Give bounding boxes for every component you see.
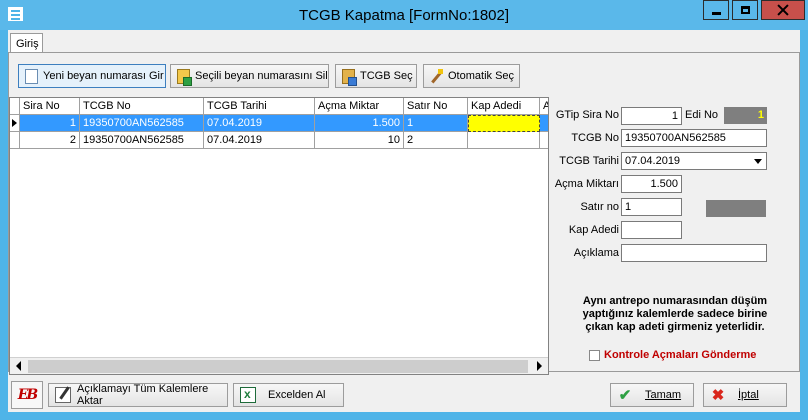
satir-no-label: Satır no bbox=[580, 201, 619, 213]
chevron-down-icon[interactable] bbox=[754, 159, 762, 164]
new-declaration-number-button[interactable]: Yeni beyan numarası Gir bbox=[18, 64, 166, 88]
table-row[interactable]: 1 19350700AN562585 07.04.2019 1.500 1 bbox=[10, 115, 548, 132]
column-header-a[interactable]: A bbox=[540, 98, 548, 115]
row-indicator bbox=[10, 132, 20, 149]
gtip-sira-no-field[interactable]: 1 bbox=[621, 107, 682, 125]
tcgb-select-button[interactable]: TCGB Seç bbox=[335, 64, 417, 88]
info-note-line-3: çıkan kap adeti girmeniz yeterlidir. bbox=[585, 321, 765, 333]
maximize-button[interactable] bbox=[732, 0, 758, 20]
info-note-line-1: Aynı antrepo numarasından düşüm bbox=[582, 295, 768, 307]
scrollbar-thumb[interactable] bbox=[28, 360, 528, 373]
cell-satir-no[interactable]: 2 bbox=[404, 132, 468, 149]
cancel-icon: ✖ bbox=[711, 387, 725, 404]
select-record-icon bbox=[342, 68, 357, 86]
ok-label: Tamam bbox=[645, 389, 682, 401]
tcgb-tarihi-date-picker[interactable]: 07.04.2019 bbox=[621, 152, 767, 170]
client-area: Giriş Yeni beyan numarası Gir Seçili bey… bbox=[8, 30, 800, 412]
cancel-button[interactable]: ✖ İptal bbox=[703, 383, 787, 407]
edi-no-field: 1 bbox=[724, 107, 767, 124]
check-icon: ✔ bbox=[618, 387, 632, 404]
cell-a[interactable] bbox=[540, 115, 548, 132]
current-row-indicator bbox=[10, 115, 20, 132]
tcgb-tarihi-value: 07.04.2019 bbox=[625, 155, 681, 167]
minimize-button[interactable] bbox=[703, 0, 729, 20]
cell-a[interactable] bbox=[540, 132, 548, 149]
close-button[interactable] bbox=[761, 0, 805, 20]
gtip-sira-no-label: GTip Sira No bbox=[555, 109, 619, 121]
import-from-excel-button[interactable]: Excelden Al bbox=[233, 383, 344, 407]
cell-sira-no[interactable]: 2 bbox=[20, 132, 80, 149]
checkbox-label[interactable]: Kontrole Açmaları Gönderme bbox=[604, 349, 756, 361]
info-note: Aynı antrepo numarasından düşüm yaptığın… bbox=[549, 295, 801, 334]
auto-select-label: Otomatik Seç bbox=[448, 70, 515, 82]
tcgb-select-label: TCGB Seç bbox=[360, 70, 413, 82]
grid-header: Sira No TCGB No TCGB Tarihi Açma Miktar … bbox=[10, 98, 548, 115]
column-header-tcgb-tarihi[interactable]: TCGB Tarihi bbox=[204, 98, 315, 115]
cell-sira-no[interactable]: 1 bbox=[20, 115, 80, 132]
tcgb-tarihi-label: TCGB Tarihi bbox=[559, 155, 619, 167]
auto-select-button[interactable]: Otomatik Seç bbox=[423, 64, 520, 88]
tcgb-grid[interactable]: Sira No TCGB No TCGB Tarihi Açma Miktar … bbox=[9, 97, 549, 375]
title-bar[interactable]: TCGB Kapatma [FormNo:1802] bbox=[0, 0, 808, 30]
table-row[interactable]: 2 19350700AN562585 07.04.2019 10 2 bbox=[10, 132, 548, 149]
scroll-left-icon[interactable] bbox=[10, 358, 27, 374]
aciklama-label: Açıklama bbox=[573, 247, 619, 259]
column-header-acma-miktar[interactable]: Açma Miktar bbox=[315, 98, 404, 115]
new-declaration-number-label: Yeni beyan numarası Gir bbox=[43, 70, 164, 82]
cell-kap-adedi[interactable] bbox=[468, 132, 540, 149]
import-from-excel-label: Excelden Al bbox=[268, 389, 326, 401]
cell-tcgb-tarihi[interactable]: 07.04.2019 bbox=[204, 132, 315, 149]
kap-adedi-label: Kap Adedi bbox=[568, 224, 619, 236]
delete-selected-number-button[interactable]: Seçili beyan numarasını Sil bbox=[170, 64, 329, 88]
ok-button[interactable]: ✔ Tamam bbox=[610, 383, 694, 407]
column-header-satir-no[interactable]: Satır No bbox=[404, 98, 468, 115]
cell-kap-adedi-editing[interactable] bbox=[468, 115, 540, 132]
minimize-icon bbox=[711, 11, 721, 15]
kap-adedi-field[interactable] bbox=[621, 221, 682, 239]
apply-description-all-button[interactable]: Açıklamayı Tüm Kalemlere Aktar bbox=[48, 383, 228, 407]
scroll-right-icon[interactable] bbox=[531, 358, 548, 374]
close-icon bbox=[777, 4, 789, 16]
cell-acma-miktar[interactable]: 1.500 bbox=[315, 115, 404, 132]
horizontal-scrollbar[interactable] bbox=[10, 357, 548, 374]
edi-no-label: Edi No bbox=[685, 109, 719, 121]
checkbox-box[interactable] bbox=[589, 349, 600, 361]
acma-miktari-label: Açma Miktarı bbox=[554, 178, 619, 190]
cell-tcgb-no[interactable]: 19350700AN562585 bbox=[80, 115, 204, 132]
column-header-tcgb-no[interactable]: TCGB No bbox=[80, 98, 204, 115]
column-header-sira-no[interactable]: Sira No bbox=[20, 98, 80, 115]
cell-tcgb-tarihi[interactable]: 07.04.2019 bbox=[204, 115, 315, 132]
window-title: TCGB Kapatma [FormNo:1802] bbox=[298, 7, 510, 24]
delete-record-icon bbox=[177, 68, 192, 86]
satir-no-field[interactable]: 1 bbox=[621, 198, 682, 216]
column-header-kap-adedi[interactable]: Kap Adedi bbox=[468, 98, 540, 115]
satir-no-info-box bbox=[706, 200, 766, 217]
edit-icon bbox=[55, 387, 71, 403]
tcgb-no-field[interactable]: 19350700AN562585 bbox=[621, 129, 767, 147]
magic-wand-icon bbox=[430, 68, 443, 84]
kontrole-acmalari-gonderme-checkbox[interactable]: Kontrole Açmaları Gönderme bbox=[589, 349, 756, 361]
new-document-icon bbox=[25, 68, 38, 84]
cancel-label: İptal bbox=[738, 389, 759, 401]
tcgb-no-label: TCGB No bbox=[571, 132, 619, 144]
application-window: TCGB Kapatma [FormNo:1802] Giriş Yeni be… bbox=[0, 0, 808, 420]
detail-form: GTip Sira No 1 Edi No 1 TCGB No 19350700… bbox=[549, 97, 801, 373]
info-note-line-2: yaptığınız kalemlerde sadece birine bbox=[582, 308, 768, 320]
cell-tcgb-no[interactable]: 19350700AN562585 bbox=[80, 132, 204, 149]
tab-giris[interactable]: Giriş bbox=[10, 33, 43, 53]
row-header-corner bbox=[10, 98, 20, 115]
aciklama-field[interactable] bbox=[621, 244, 767, 262]
company-logo: EB bbox=[11, 381, 43, 409]
delete-selected-number-label: Seçili beyan numarasını Sil bbox=[195, 70, 328, 82]
apply-description-all-label: Açıklamayı Tüm Kalemlere Aktar bbox=[77, 383, 209, 407]
maximize-icon bbox=[740, 6, 750, 14]
cell-satir-no[interactable]: 1 bbox=[404, 115, 468, 132]
excel-icon bbox=[240, 387, 256, 403]
cell-acma-miktar[interactable]: 10 bbox=[315, 132, 404, 149]
tab-panel-giris: Yeni beyan numarası Gir Seçili beyan num… bbox=[8, 52, 801, 375]
acma-miktari-field[interactable]: 1.500 bbox=[621, 175, 682, 193]
